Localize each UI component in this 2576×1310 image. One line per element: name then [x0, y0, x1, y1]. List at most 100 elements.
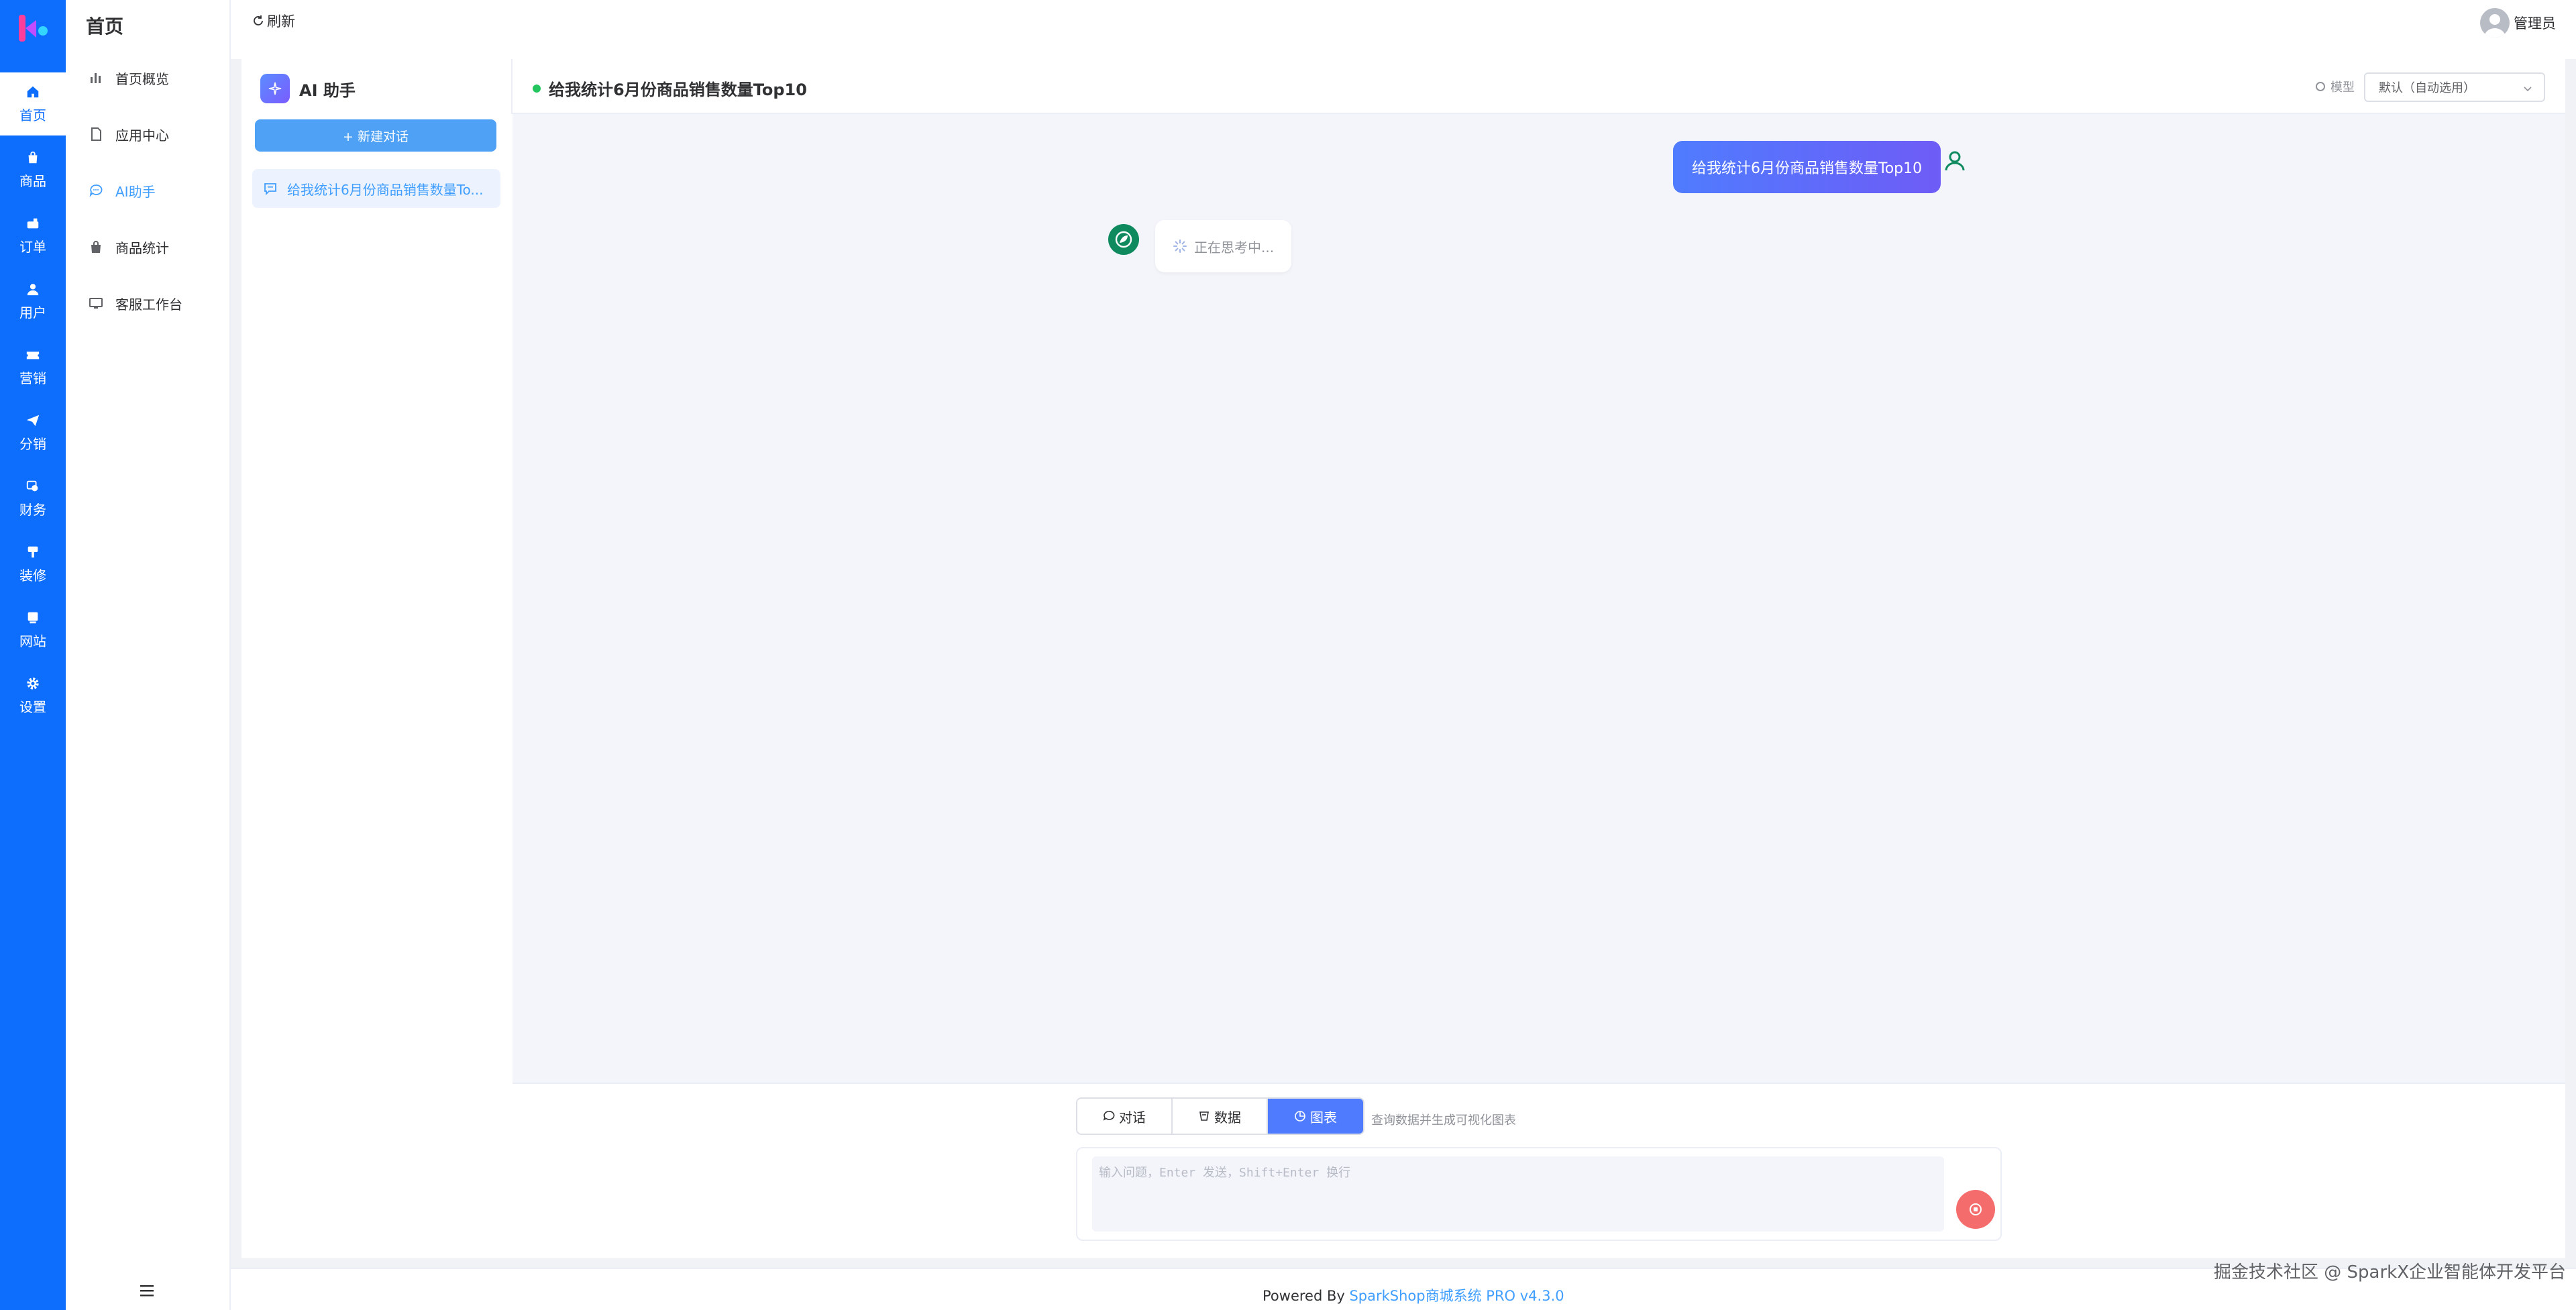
chat-bubble-icon — [1103, 1111, 1115, 1121]
stop-send-button[interactable] — [1956, 1190, 1995, 1229]
monitor-icon — [89, 298, 103, 309]
watermark: 掘金技术社区 @ SparkX企业智能体开发平台 — [2214, 1262, 2567, 1282]
conversation-title: 给我统计6月份商品销售数量To... — [287, 181, 484, 198]
user-name: 管理员 — [2514, 15, 2556, 32]
ticket-icon — [26, 351, 40, 359]
rail-item-label: 财务 — [19, 501, 46, 518]
rail-item-label: 营销 — [19, 370, 46, 386]
subnav-item-service-desk[interactable]: 客服工作台 — [89, 290, 182, 317]
rail-item-decoration[interactable]: 装修 — [0, 533, 66, 596]
rail-item-website[interactable]: 网站 — [0, 598, 66, 661]
rail-item-users[interactable]: 用户 — [0, 270, 66, 333]
brush-icon — [28, 546, 38, 557]
refresh-button[interactable]: 刷新 — [252, 11, 295, 31]
ai-panel-title: AI 助手 — [299, 80, 356, 100]
bar-chart-icon — [91, 73, 101, 83]
ai-panel-header: AI 助手 — [260, 74, 356, 103]
ai-conversation-panel: AI 助手 + 新建对话 给我统计6月份商品销售数量To... — [241, 59, 511, 1258]
order-icon — [27, 218, 39, 228]
chat-icon — [89, 184, 103, 197]
rail-item-label: 装修 — [19, 567, 46, 584]
shopping-bag-icon — [91, 241, 101, 253]
collapse-menu-icon[interactable] — [138, 1282, 156, 1299]
user-icon — [27, 283, 39, 295]
bot-avatar-icon — [1108, 224, 1139, 255]
new-chat-button[interactable]: + 新建对话 — [255, 119, 496, 152]
pie-chart-icon — [1295, 1111, 1305, 1122]
subnav-item-label: AI助手 — [115, 183, 156, 200]
model-label: 模型 — [2316, 78, 2355, 95]
model-label-text: 模型 — [2330, 80, 2355, 95]
site-icon — [28, 612, 38, 623]
bot-thinking-bubble: 正在思考中... — [1155, 220, 1292, 272]
gear-icon — [27, 677, 39, 690]
conversation-item[interactable]: 给我统计6月份商品销售数量To... — [252, 169, 500, 208]
database-icon — [1199, 1111, 1209, 1121]
model-ring-icon — [2316, 82, 2325, 91]
brand-logo — [19, 15, 48, 42]
avatar — [2480, 8, 2510, 38]
main-rail: 首页 商品 订单 用户 营销 分销 财务 装修 网站 设置 — [0, 0, 66, 1310]
refresh-label: 刷新 — [267, 13, 295, 30]
question-input[interactable] — [1092, 1156, 1944, 1232]
user-menu[interactable]: 管理员 — [2480, 8, 2556, 38]
input-wrapper — [1076, 1147, 2002, 1241]
chat-title-text: 给我统计6月份商品销售数量Top10 — [549, 80, 807, 99]
tab-label: 对话 — [1119, 1109, 1146, 1126]
tab-data[interactable]: 数据 — [1173, 1099, 1268, 1134]
subnav-item-goods-stats[interactable]: 商品统计 — [89, 233, 169, 260]
money-icon — [26, 480, 38, 491]
subnav-item-label: 应用中心 — [115, 127, 169, 144]
subnav-item-label: 首页概览 — [115, 70, 169, 87]
chevron-down-icon — [2524, 87, 2532, 92]
rail-item-orders[interactable]: 订单 — [0, 204, 66, 267]
message-icon — [264, 183, 276, 196]
rail-item-marketing[interactable]: 营销 — [0, 335, 66, 398]
tab-chat[interactable]: 对话 — [1077, 1099, 1173, 1134]
send-icon — [26, 415, 40, 426]
rail-item-settings[interactable]: 设置 — [0, 664, 66, 727]
bot-status-text: 正在思考中... — [1194, 239, 1275, 256]
footer-prefix: Powered By — [1263, 1288, 1350, 1304]
top-bar: 刷新 管理员 — [231, 0, 2576, 59]
subnav-item-ai-assistant[interactable]: AI助手 — [89, 177, 156, 204]
subnav-item-label: 客服工作台 — [115, 296, 182, 313]
tab-label: 数据 — [1214, 1109, 1241, 1126]
rail-item-label: 网站 — [19, 633, 46, 649]
user-message-bubble: 给我统计6月份商品销售数量Top10 — [1673, 141, 1941, 193]
rail-item-label: 设置 — [19, 698, 46, 715]
loading-spinner-icon — [1173, 239, 1187, 253]
bag-icon — [28, 151, 38, 163]
sub-navigation: 首页 首页概览 应用中心 AI助手 商品统计 客服工作台 — [66, 0, 231, 1310]
home-icon — [27, 86, 39, 97]
mode-hint: 查询数据并生成可视化图表 — [1371, 1113, 1516, 1128]
subnav-item-app-center[interactable]: 应用中心 — [89, 121, 169, 148]
tab-chart[interactable]: 图表 — [1268, 1099, 1363, 1134]
composer: 对话 数据 图表 查询数据并生成可视化图表 — [513, 1083, 2565, 1258]
document-icon — [91, 127, 101, 141]
chat-header: 给我统计6月份商品销售数量Top10 模型 默认（自动选用） — [511, 59, 2565, 114]
footer-text: Powered By SparkShop商城系统 PRO v4.3.0 — [1263, 1285, 1564, 1305]
rail-item-label: 分销 — [19, 435, 46, 452]
rail-item-label: 订单 — [19, 238, 46, 255]
chat-main: 给我统计6月份商品销售数量Top10 模型 默认（自动选用） 给我统计6月份商品… — [511, 59, 2565, 1258]
rail-item-label: 首页 — [19, 107, 46, 123]
tab-label: 图表 — [1310, 1109, 1337, 1126]
online-status-dot — [533, 84, 541, 93]
footer-link[interactable]: SparkShop商城系统 PRO v4.3.0 — [1349, 1288, 1564, 1304]
refresh-icon — [254, 15, 263, 25]
rail-item-label: 用户 — [19, 304, 46, 321]
rail-item-distribution[interactable]: 分销 — [0, 401, 66, 464]
subnav-item-overview[interactable]: 首页概览 — [89, 64, 169, 91]
model-select[interactable]: 默认（自动选用） — [2364, 72, 2545, 102]
subnav-title: 首页 — [86, 15, 124, 38]
subnav-item-label: 商品统计 — [115, 239, 169, 256]
chat-title: 给我统计6月份商品销售数量Top10 — [533, 76, 807, 100]
mode-tabs: 对话 数据 图表 — [1076, 1097, 1364, 1135]
rail-item-finance[interactable]: 财务 — [0, 467, 66, 530]
model-select-value: 默认（自动选用） — [2379, 81, 2475, 95]
rail-item-home[interactable]: 首页 — [0, 72, 66, 135]
stop-icon — [1970, 1203, 1982, 1215]
rail-item-label: 商品 — [19, 172, 46, 189]
rail-item-goods[interactable]: 商品 — [0, 138, 66, 201]
